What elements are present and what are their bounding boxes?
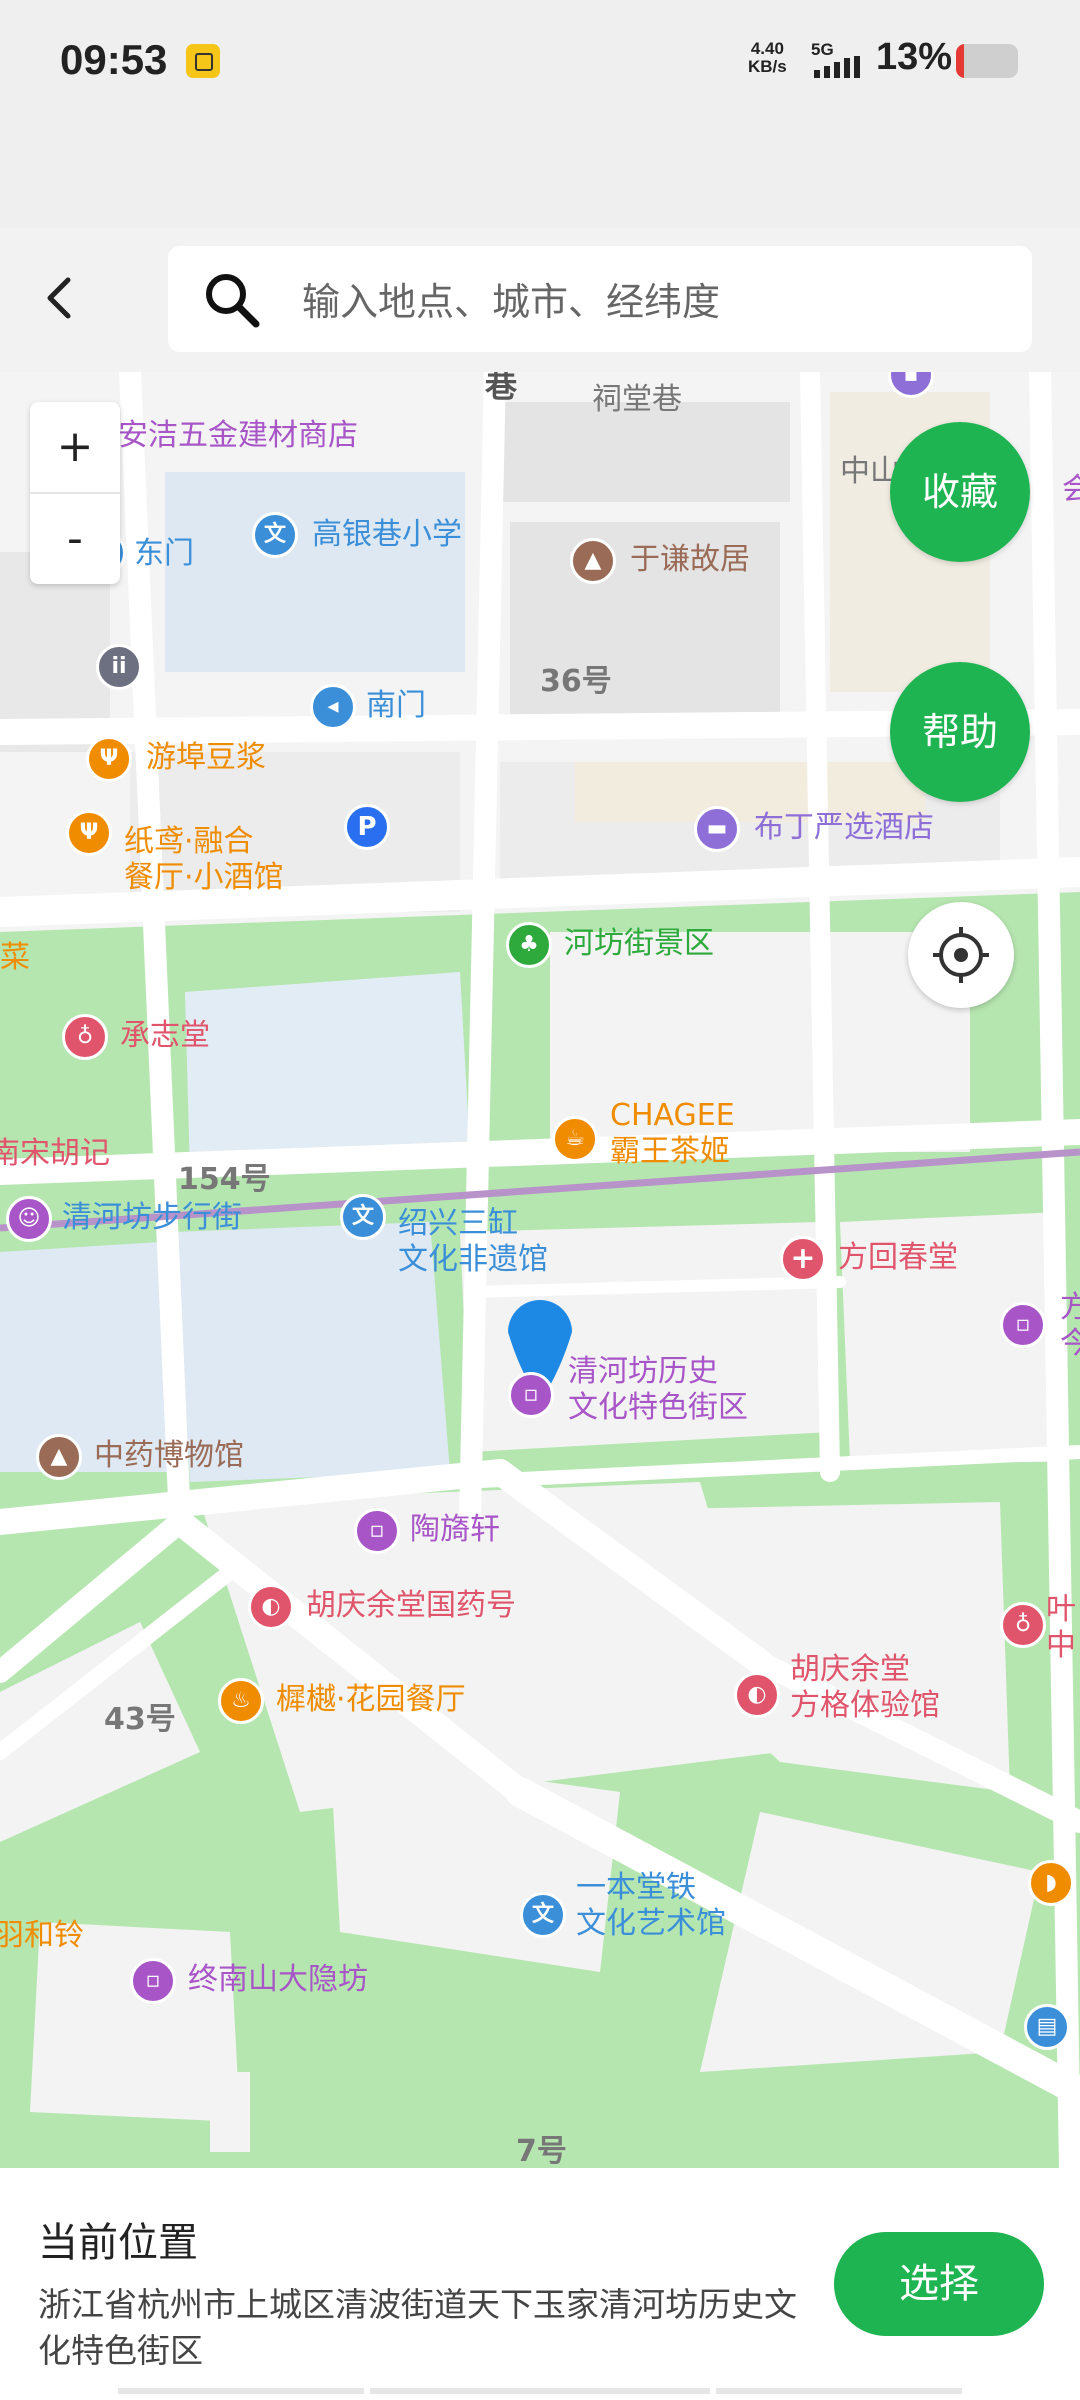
poi-label[interactable]: 河坊街景区 <box>564 926 714 962</box>
library-icon[interactable]: ▤ <box>1024 2004 1070 2050</box>
street-number: 154号 <box>178 1162 271 1197</box>
restaurant-icon[interactable]: Ψ <box>86 736 132 782</box>
network-speed-value: 4.40 <box>750 39 784 58</box>
poi-label[interactable]: 终南山大隐坊 <box>188 1962 368 1998</box>
poi-label[interactable]: 南门 <box>366 688 426 724</box>
shop-icon[interactable]: ▫ <box>130 1958 176 2004</box>
select-button[interactable]: 选择 <box>834 2232 1044 2336</box>
street-number: 43号 <box>104 1702 176 1737</box>
poi-label-partial: 中 <box>1046 1628 1076 1663</box>
food-icon[interactable]: ◗ <box>1028 1860 1074 1906</box>
parking-icon[interactable]: P <box>344 804 390 850</box>
poi-label-partial: 今 <box>1060 1326 1080 1361</box>
pharmacy-icon[interactable]: ◐ <box>248 1584 294 1630</box>
network-speed-unit: KB/s <box>748 57 787 76</box>
poi-label-partial: 会 <box>1062 472 1080 507</box>
zoom-control: + - <box>30 402 120 584</box>
shop-icon[interactable]: ▫ <box>354 1508 400 1554</box>
district-icon[interactable]: ▫ <box>508 1372 554 1418</box>
search-input[interactable] <box>300 270 1004 334</box>
poi-label[interactable]: 游埠豆浆 <box>146 740 266 776</box>
map-view[interactable]: 巷 祠堂巷 中山 36号 154号 43号 7号 菜 南宋胡记 羽和铃 会 方 … <box>0 372 1080 2168</box>
poi-label-partial: 南宋胡记 <box>0 1136 110 1171</box>
poi-label[interactable]: 一本堂铁 <box>576 1870 696 1906</box>
poi-label[interactable]: 方回春堂 <box>838 1240 958 1276</box>
poi-label[interactable]: 清河坊历史 <box>568 1354 718 1390</box>
favorite-button[interactable]: 收藏 <box>890 422 1030 562</box>
poi-label[interactable]: 东门 <box>134 536 194 572</box>
poi-label[interactable]: 餐厅·小酒馆 <box>124 860 284 896</box>
locate-button[interactable] <box>908 902 1014 1008</box>
clinic-icon[interactable]: ♁ <box>1000 1602 1046 1648</box>
pharmacy-icon[interactable]: + <box>780 1236 826 1282</box>
help-button[interactable]: 帮助 <box>890 662 1030 802</box>
hotel-icon[interactable]: ▬ <box>694 806 740 852</box>
poi-label[interactable]: 承志堂 <box>120 1018 210 1054</box>
current-location-address: 浙江省杭州市上城区清波街道天下玉家清河坊历史文化特色街区 <box>38 2285 797 2370</box>
poi-label[interactable]: 绍兴三缸 <box>398 1206 518 1242</box>
pharmacy-icon[interactable]: ◐ <box>734 1672 780 1718</box>
network-speed: 4.40 KB/s <box>748 40 787 76</box>
poi-label[interactable]: 清河坊步行街 <box>62 1200 242 1236</box>
search-icon <box>206 274 260 328</box>
poi-label[interactable]: 霸王茶姬 <box>610 1134 730 1170</box>
poi-label[interactable]: 纸鸢·融合 <box>124 824 254 860</box>
poi-label[interactable]: 布丁严选酒店 <box>754 810 934 846</box>
museum-icon[interactable]: ▲ <box>36 1434 82 1480</box>
clinic-icon[interactable]: ♁ <box>62 1014 108 1060</box>
poi-label[interactable]: 文化非遗馆 <box>398 1242 548 1278</box>
shop-icon[interactable]: ▫ <box>1000 1302 1046 1348</box>
battery-icon <box>956 44 1018 78</box>
restaurant-icon[interactable]: ♨ <box>218 1678 264 1724</box>
street-number: 7号 <box>516 2134 567 2168</box>
current-location-title: 当前位置 <box>38 2220 198 2266</box>
poi-label-partial: 方 <box>1060 1290 1080 1325</box>
tea-icon[interactable]: ☕ <box>552 1116 598 1162</box>
citang-lane-label: 祠堂巷 <box>592 382 682 417</box>
poi-label[interactable]: 文化艺术馆 <box>576 1906 726 1942</box>
museum-icon[interactable]: 文 <box>340 1194 386 1240</box>
signal-icon <box>814 56 860 78</box>
museum-icon[interactable]: 文 <box>520 1892 566 1938</box>
poi-label[interactable]: CHAGEE <box>610 1098 735 1134</box>
poi-label[interactable]: 中药博物馆 <box>94 1438 244 1474</box>
poi-label[interactable]: 胡庆余堂 <box>790 1652 910 1688</box>
poi-label-partial: 羽和铃 <box>0 1918 84 1953</box>
street-number: 36号 <box>540 664 612 699</box>
crosshair-icon <box>933 927 989 983</box>
zoom-out-button[interactable]: - <box>30 494 120 584</box>
bottom-divider <box>118 2388 962 2394</box>
scenic-icon[interactable]: ♣ <box>506 922 552 968</box>
poi-label[interactable]: 樨樾·花园餐厅 <box>276 1682 466 1718</box>
restaurant-icon[interactable]: Ψ <box>66 810 112 856</box>
gate-icon[interactable]: ◂ <box>310 684 356 730</box>
poi-label[interactable]: 高银巷小学 <box>312 517 462 553</box>
poi-label[interactable]: 方格体验馆 <box>790 1688 940 1724</box>
poi-label[interactable]: 文化特色街区 <box>568 1390 748 1426</box>
school-icon[interactable]: 文 <box>252 512 298 558</box>
poi-label-partial: 叶 <box>1046 1592 1076 1627</box>
zoom-in-button[interactable]: + <box>30 402 120 494</box>
battery-percent: 13% <box>876 36 953 78</box>
back-button[interactable] <box>30 262 90 334</box>
poi-label[interactable]: 安洁五金建材商店 <box>118 418 358 454</box>
notification-icon <box>186 44 220 78</box>
status-time: 09:53 <box>60 36 168 83</box>
shopping-icon[interactable]: ☺ <box>6 1196 52 1242</box>
restroom-icon[interactable]: ii <box>96 644 142 690</box>
landmark-icon[interactable]: ▲ <box>570 538 616 584</box>
poi-label[interactable]: 胡庆余堂国药号 <box>306 1588 516 1624</box>
poi-label-partial: 菜 <box>0 940 30 975</box>
battery-level-fill <box>956 44 965 78</box>
lane-label: 巷 <box>485 372 518 405</box>
poi-label[interactable]: 陶旖轩 <box>410 1512 500 1548</box>
poi-label[interactable]: 于谦故居 <box>630 542 750 578</box>
